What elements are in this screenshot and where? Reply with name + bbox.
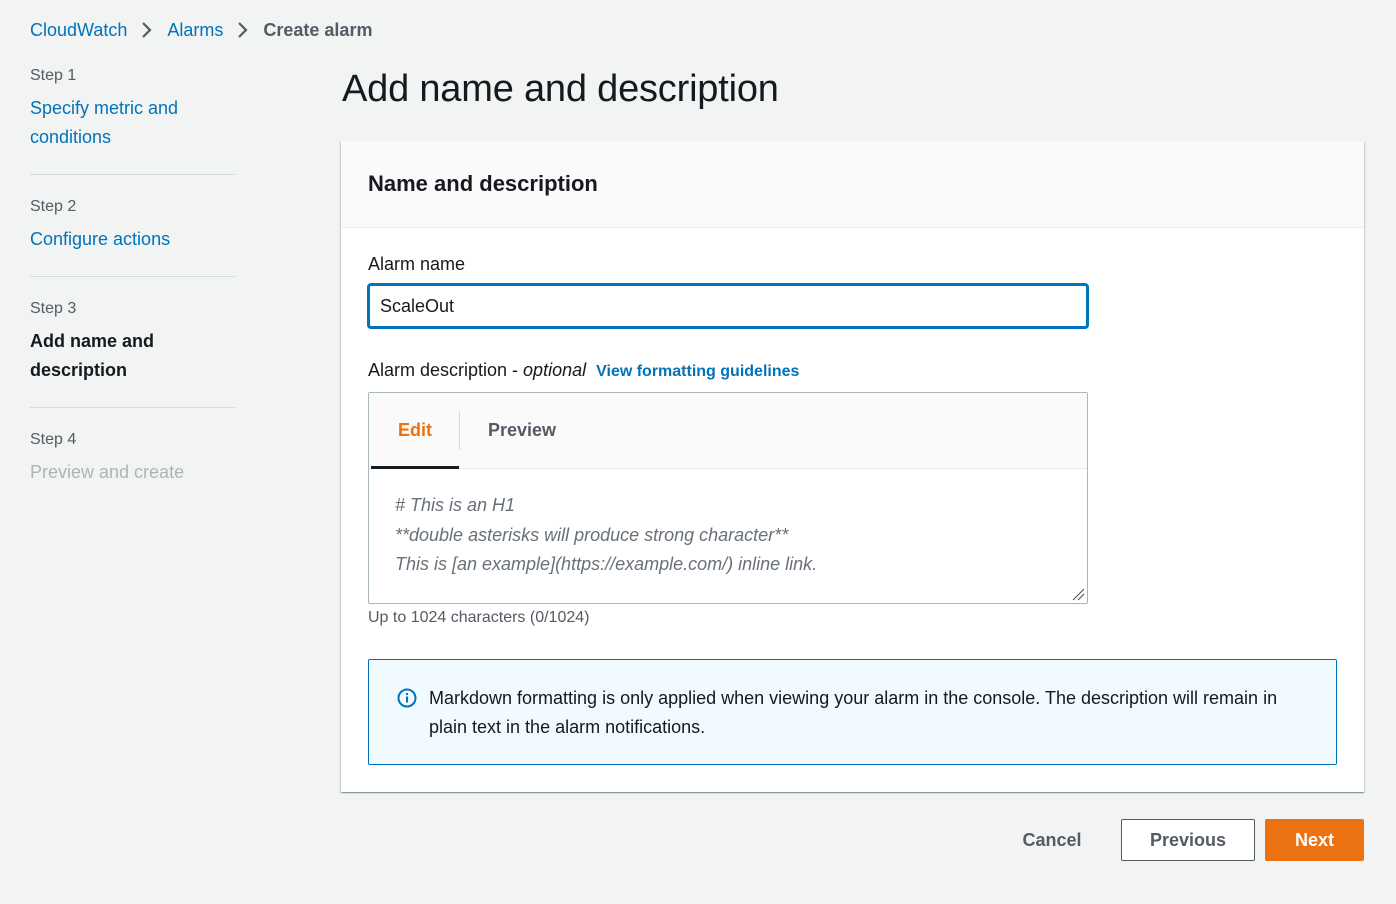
tab-edit[interactable]: Edit	[371, 393, 459, 469]
optional-label: optional	[523, 360, 587, 380]
placeholder-line: This is [an example](https://example.com…	[395, 554, 818, 574]
formatting-guidelines-link[interactable]: View formatting guidelines	[596, 363, 799, 381]
breadcrumb-create-alarm: Create alarm	[263, 19, 373, 40]
step-number: Step 4	[30, 431, 77, 448]
placeholder-line: # This is an H1	[395, 495, 516, 515]
chevron-right-icon	[229, 18, 257, 42]
chevron-right-icon	[133, 18, 161, 42]
breadcrumb: CloudWatch Alarms Create alarm	[30, 18, 372, 42]
info-alert-text: Markdown formatting is only applied when…	[429, 688, 1278, 737]
wizard-step-2: Step 2 Configure actions	[30, 195, 235, 277]
character-count: Up to 1024 characters (0/1024)	[368, 609, 590, 626]
page-title: Add name and description	[342, 68, 779, 110]
name-description-panel: Name and description Alarm name Alarm de…	[341, 141, 1364, 792]
panel-header: Name and description	[341, 141, 1364, 228]
alarm-description-label: Alarm description - optional View format…	[368, 360, 799, 381]
alarm-name-input[interactable]	[368, 284, 1088, 328]
wizard-step-3: Step 3 Add name and description	[30, 297, 235, 408]
editor-tabs: Edit Preview	[369, 393, 1087, 469]
breadcrumb-cloudwatch[interactable]: CloudWatch	[30, 20, 127, 41]
step-link-configure-actions[interactable]: Configure actions	[30, 225, 235, 254]
description-textarea[interactable]: # This is an H1 **double asterisks will …	[369, 469, 1087, 602]
previous-button[interactable]: Previous	[1121, 819, 1255, 861]
info-circle-icon	[397, 688, 417, 708]
cancel-button[interactable]: Cancel	[1006, 819, 1098, 861]
step-number: Step 1	[30, 67, 77, 84]
markdown-editor: Edit Preview # This is an H1 **double as…	[368, 392, 1088, 604]
description-label-text: Alarm description -	[368, 360, 519, 380]
info-alert: Markdown formatting is only applied when…	[368, 659, 1337, 765]
wizard-steps-nav: Step 1 Specify metric and conditions Ste…	[30, 64, 235, 529]
tab-preview[interactable]: Preview	[460, 393, 556, 468]
step-current-add-name: Add name and description	[30, 331, 155, 380]
step-number: Step 2	[30, 198, 77, 215]
step-link-specify-metric[interactable]: Specify metric and conditions	[30, 94, 200, 152]
next-button[interactable]: Next	[1265, 819, 1364, 861]
step-preview-and-create: Preview and create	[30, 462, 185, 482]
step-number: Step 3	[30, 300, 77, 317]
alarm-name-label: Alarm name	[368, 254, 466, 274]
placeholder-line: **double asterisks will produce strong c…	[395, 524, 789, 545]
panel-title: Name and description	[368, 171, 598, 196]
wizard-step-4: Step 4 Preview and create	[30, 428, 235, 509]
wizard-step-1: Step 1 Specify metric and conditions	[30, 64, 235, 175]
resize-handle-icon[interactable]	[1071, 587, 1085, 601]
breadcrumb-alarms[interactable]: Alarms	[167, 20, 223, 41]
